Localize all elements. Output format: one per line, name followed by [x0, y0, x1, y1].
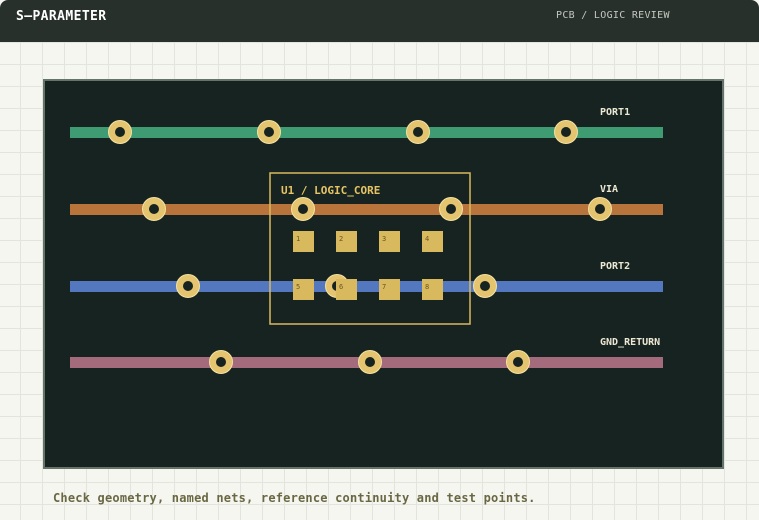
app-title: S–PARAMETER [16, 9, 107, 24]
pin-label: 6 [339, 283, 343, 291]
via[interactable] [406, 120, 430, 144]
pin-label: 5 [296, 283, 300, 291]
via[interactable] [209, 350, 233, 374]
net-label-port1: PORT1 [600, 107, 630, 118]
vias-layer [108, 120, 612, 374]
via[interactable] [257, 120, 281, 144]
pin-label: 8 [425, 283, 429, 291]
component-label: U1 / LOGIC_CORE [281, 184, 380, 197]
via[interactable] [358, 350, 382, 374]
pin-label: 3 [382, 235, 386, 243]
via[interactable] [291, 197, 315, 221]
net-label-port2: PORT2 [600, 261, 630, 272]
via[interactable] [588, 197, 612, 221]
via[interactable] [142, 197, 166, 221]
pin-label: 4 [425, 235, 429, 243]
pin-label: 7 [382, 283, 386, 291]
via[interactable] [108, 120, 132, 144]
pin-label: 2 [339, 235, 343, 243]
traces-layer [70, 127, 663, 368]
component-pads [293, 231, 443, 252]
via[interactable] [506, 350, 530, 374]
pin-label: 1 [296, 235, 300, 243]
pcb-canvas: PORT1 VIA PORT2 GND_RETURN U1 / LOGIC_CO… [70, 107, 663, 374]
net-label-via: VIA [600, 184, 618, 195]
via[interactable] [554, 120, 578, 144]
breadcrumb: PCB / LOGIC REVIEW [556, 10, 670, 21]
trace-port2[interactable] [70, 281, 663, 292]
net-label-gnd-return: GND_RETURN [600, 337, 660, 348]
review-note: Check geometry, named nets, reference co… [53, 491, 536, 505]
via[interactable] [439, 197, 463, 221]
via[interactable] [473, 274, 497, 298]
pcb-board: PORT1 VIA PORT2 GND_RETURN U1 / LOGIC_CO… [43, 79, 724, 469]
via[interactable] [176, 274, 200, 298]
app-header: S–PARAMETER PCB / LOGIC REVIEW [0, 0, 759, 42]
